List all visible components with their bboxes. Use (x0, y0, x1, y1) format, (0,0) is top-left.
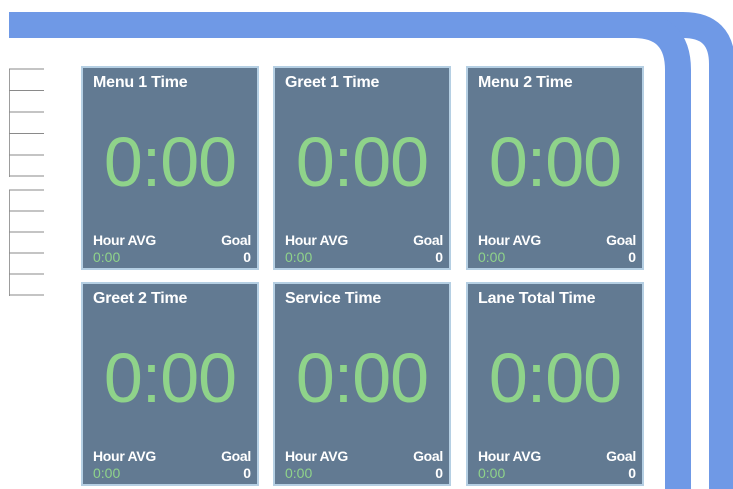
tile-hour-avg-label: Hour AVG (478, 232, 541, 248)
timer-tile-lane-total: Lane Total Time 0:00 Hour AVG 0:00 Goal … (466, 282, 644, 486)
tile-goal-value: 0 (435, 465, 443, 481)
tile-hour-avg-label: Hour AVG (285, 448, 348, 464)
tile-goal-label: Goal (413, 448, 443, 464)
tile-goal-label: Goal (606, 448, 636, 464)
tile-timer-value: 0:00 (103, 123, 237, 201)
tile-goal-label: Goal (413, 232, 443, 248)
tile-hour-avg-label: Hour AVG (285, 232, 348, 248)
timer-tile-greet-1: Greet 1 Time 0:00 Hour AVG 0:00 Goal 0 (273, 66, 451, 270)
tile-hour-avg-value: 0:00 (285, 249, 313, 265)
tile-timer-value: 0:00 (103, 339, 237, 417)
tile-timer-value: 0:00 (295, 339, 429, 417)
tile-title: Greet 2 Time (93, 290, 188, 307)
tile-title: Greet 1 Time (285, 74, 380, 91)
tile-hour-avg-value: 0:00 (93, 249, 121, 265)
tile-timer-value: 0:00 (488, 339, 622, 417)
tile-goal-value: 0 (243, 249, 251, 265)
tile-title: Menu 2 Time (478, 74, 573, 91)
tile-hour-avg-label: Hour AVG (93, 448, 156, 464)
tile-title: Lane Total Time (478, 290, 596, 307)
tile-title: Service Time (285, 290, 382, 307)
tile-hour-avg-value: 0:00 (478, 465, 506, 481)
tile-hour-avg-label: Hour AVG (478, 448, 541, 464)
tile-hour-avg-value: 0:00 (478, 249, 506, 265)
tile-goal-label: Goal (606, 232, 636, 248)
timer-tile-greet-2: Greet 2 Time 0:00 Hour AVG 0:00 Goal 0 (81, 282, 259, 486)
drive-thru-timer-board: Menu 1 Time 0:00 Hour AVG 0:00 Goal 0 Gr… (0, 0, 733, 489)
tile-goal-label: Goal (221, 448, 251, 464)
tile-timer-value: 0:00 (488, 123, 622, 201)
timer-tile-menu-2: Menu 2 Time 0:00 Hour AVG 0:00 Goal 0 (466, 66, 644, 270)
tile-title: Menu 1 Time (93, 74, 188, 91)
tile-timer-value: 0:00 (295, 123, 429, 201)
lane-marker-lower (9, 189, 44, 296)
timer-tile-service: Service Time 0:00 Hour AVG 0:00 Goal 0 (273, 282, 451, 486)
tile-goal-value: 0 (628, 465, 636, 481)
tile-goal-label: Goal (221, 232, 251, 248)
tile-hour-avg-value: 0:00 (93, 465, 121, 481)
tile-goal-value: 0 (628, 249, 636, 265)
tile-goal-value: 0 (243, 465, 251, 481)
tile-hour-avg-label: Hour AVG (93, 232, 156, 248)
tile-goal-value: 0 (435, 249, 443, 265)
timer-tile-menu-1: Menu 1 Time 0:00 Hour AVG 0:00 Goal 0 (81, 66, 259, 270)
tile-hour-avg-value: 0:00 (285, 465, 313, 481)
lane-marker-upper (9, 68, 44, 177)
